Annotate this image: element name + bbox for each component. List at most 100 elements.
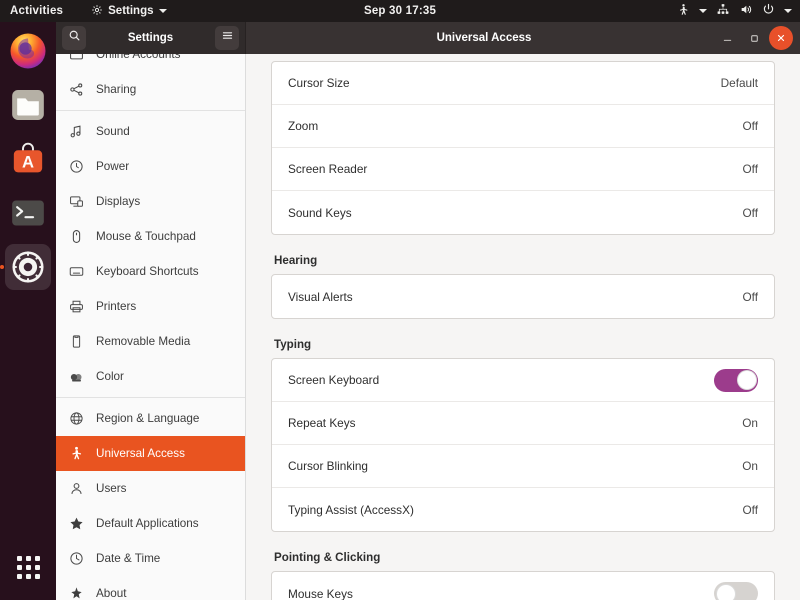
ubuntu-dock: A [0, 22, 56, 600]
sidebar-item-sound[interactable]: Sound [56, 114, 245, 149]
sidebar-item-label: About [96, 587, 127, 600]
sidebar-item-users[interactable]: Users [56, 471, 245, 506]
universal-access-panel[interactable]: Cursor Size Default Zoom Off Screen Read… [246, 54, 800, 600]
show-applications-button[interactable] [5, 544, 51, 590]
sidebar-item-displays[interactable]: Displays [56, 184, 245, 219]
close-button[interactable] [769, 26, 793, 50]
settings-card-pointing-clicking: Mouse Keys [271, 571, 775, 600]
titlebar-left-pane: Settings [56, 22, 246, 54]
row-zoom[interactable]: Zoom Off [272, 105, 774, 148]
files-icon [8, 85, 48, 125]
row-mouse-keys[interactable]: Mouse Keys [272, 572, 774, 600]
screen-keyboard-toggle[interactable] [714, 369, 758, 392]
settings-window: Settings Universal Access [56, 22, 800, 600]
chevron-down-icon[interactable] [699, 9, 707, 13]
toggle-knob [737, 370, 757, 390]
activities-button[interactable]: Activities [10, 5, 63, 17]
sidebar-item-mouse-touchpad[interactable]: Mouse & Touchpad [56, 219, 245, 254]
mouse-keys-toggle[interactable] [714, 582, 758, 600]
row-label: Screen Keyboard [288, 373, 379, 387]
sidebar-item-color[interactable]: Color [56, 359, 245, 394]
section-title-typing: Typing [274, 338, 775, 351]
sidebar-item-online-accounts[interactable]: Online Accounts [56, 54, 245, 72]
sidebar-separator [56, 110, 245, 111]
sidebar-separator [56, 397, 245, 398]
removable-media-icon [68, 333, 85, 350]
minimize-button[interactable] [715, 26, 739, 50]
row-value: Default [721, 76, 758, 90]
search-icon [68, 29, 81, 47]
row-screen-keyboard[interactable]: Screen Keyboard [272, 359, 774, 402]
sidebar-item-label: Power [96, 160, 129, 173]
sidebar-item-label: Universal Access [96, 447, 185, 460]
maximize-button[interactable] [742, 26, 766, 50]
sidebar-item-universal-access[interactable]: Universal Access [56, 436, 245, 471]
page-title: Universal Access [256, 32, 712, 44]
window-body: Online Accounts Sharing [56, 54, 800, 600]
dock-item-firefox[interactable] [5, 28, 51, 74]
row-typing-assist[interactable]: Typing Assist (AccessX) Off [272, 488, 774, 531]
network-icon[interactable] [716, 3, 730, 19]
sidebar-item-region-language[interactable]: Region & Language [56, 401, 245, 436]
settings-card-seeing: Cursor Size Default Zoom Off Screen Read… [271, 61, 775, 235]
row-label: Screen Reader [288, 162, 367, 176]
volume-icon[interactable] [739, 3, 753, 19]
row-repeat-keys[interactable]: Repeat Keys On [272, 402, 774, 445]
accessibility-icon [68, 445, 85, 462]
sidebar-item-label: Sound [96, 125, 130, 138]
dock-item-terminal[interactable] [5, 190, 51, 236]
gnome-top-bar: Activities Settings Sep 30 17:35 [0, 0, 800, 22]
sidebar-item-label: Mouse & Touchpad [96, 230, 196, 243]
accessibility-icon[interactable] [677, 3, 690, 20]
row-sound-keys[interactable]: Sound Keys Off [272, 191, 774, 234]
sidebar-item-label: Removable Media [96, 335, 190, 348]
row-label: Repeat Keys [288, 416, 356, 430]
dock-item-ubuntu-software[interactable]: A [5, 136, 51, 182]
row-value: Off [742, 290, 758, 304]
ubuntu-software-icon: A [8, 139, 48, 179]
sidebar-item-keyboard-shortcuts[interactable]: Keyboard Shortcuts [56, 254, 245, 289]
chevron-down-icon[interactable] [784, 9, 792, 13]
minimize-icon [722, 33, 733, 44]
row-label: Zoom [288, 119, 318, 133]
gear-icon [9, 248, 47, 286]
dock-item-settings[interactable] [5, 244, 51, 290]
app-menu-label: Settings [108, 5, 153, 17]
row-value: Off [742, 503, 758, 517]
settings-sidebar[interactable]: Online Accounts Sharing [56, 54, 246, 600]
row-visual-alerts[interactable]: Visual Alerts Off [272, 275, 774, 318]
system-indicators[interactable] [677, 0, 792, 22]
app-menu-button[interactable]: Settings [91, 4, 166, 19]
about-icon [68, 585, 85, 600]
sidebar-item-power[interactable]: Power [56, 149, 245, 184]
sidebar-item-printers[interactable]: Printers [56, 289, 245, 324]
row-label: Cursor Blinking [288, 459, 368, 473]
apps-grid-dot [17, 565, 22, 570]
apps-grid-dot [26, 574, 31, 579]
row-value: Off [742, 206, 758, 220]
sidebar-item-label: Printers [96, 300, 136, 313]
power-icon[interactable] [762, 3, 775, 19]
sidebar-item-label: Region & Language [96, 412, 199, 425]
apps-grid-dot [17, 574, 22, 579]
sidebar-item-sharing[interactable]: Sharing [56, 72, 245, 107]
row-cursor-blinking[interactable]: Cursor Blinking On [272, 445, 774, 488]
sidebar-item-removable-media[interactable]: Removable Media [56, 324, 245, 359]
main-menu-button[interactable] [215, 26, 239, 50]
desktop-screen: Activities Settings Sep 30 17:35 [0, 0, 800, 600]
section-title-pointing-clicking: Pointing & Clicking [274, 551, 775, 564]
printer-icon [68, 298, 85, 315]
sidebar-item-label: Users [96, 482, 127, 495]
row-cursor-size[interactable]: Cursor Size Default [272, 62, 774, 105]
row-screen-reader[interactable]: Screen Reader Off [272, 148, 774, 191]
section-title-hearing: Hearing [274, 254, 775, 267]
gear-icon [91, 4, 103, 19]
dock-item-files[interactable] [5, 82, 51, 128]
online-accounts-icon [68, 54, 85, 63]
sidebar-item-date-time[interactable]: Date & Time [56, 541, 245, 576]
clock-icon [68, 550, 85, 567]
sidebar-item-about[interactable]: About [56, 576, 245, 600]
search-button[interactable] [62, 26, 86, 50]
sidebar-item-default-applications[interactable]: Default Applications [56, 506, 245, 541]
close-icon [776, 33, 786, 43]
